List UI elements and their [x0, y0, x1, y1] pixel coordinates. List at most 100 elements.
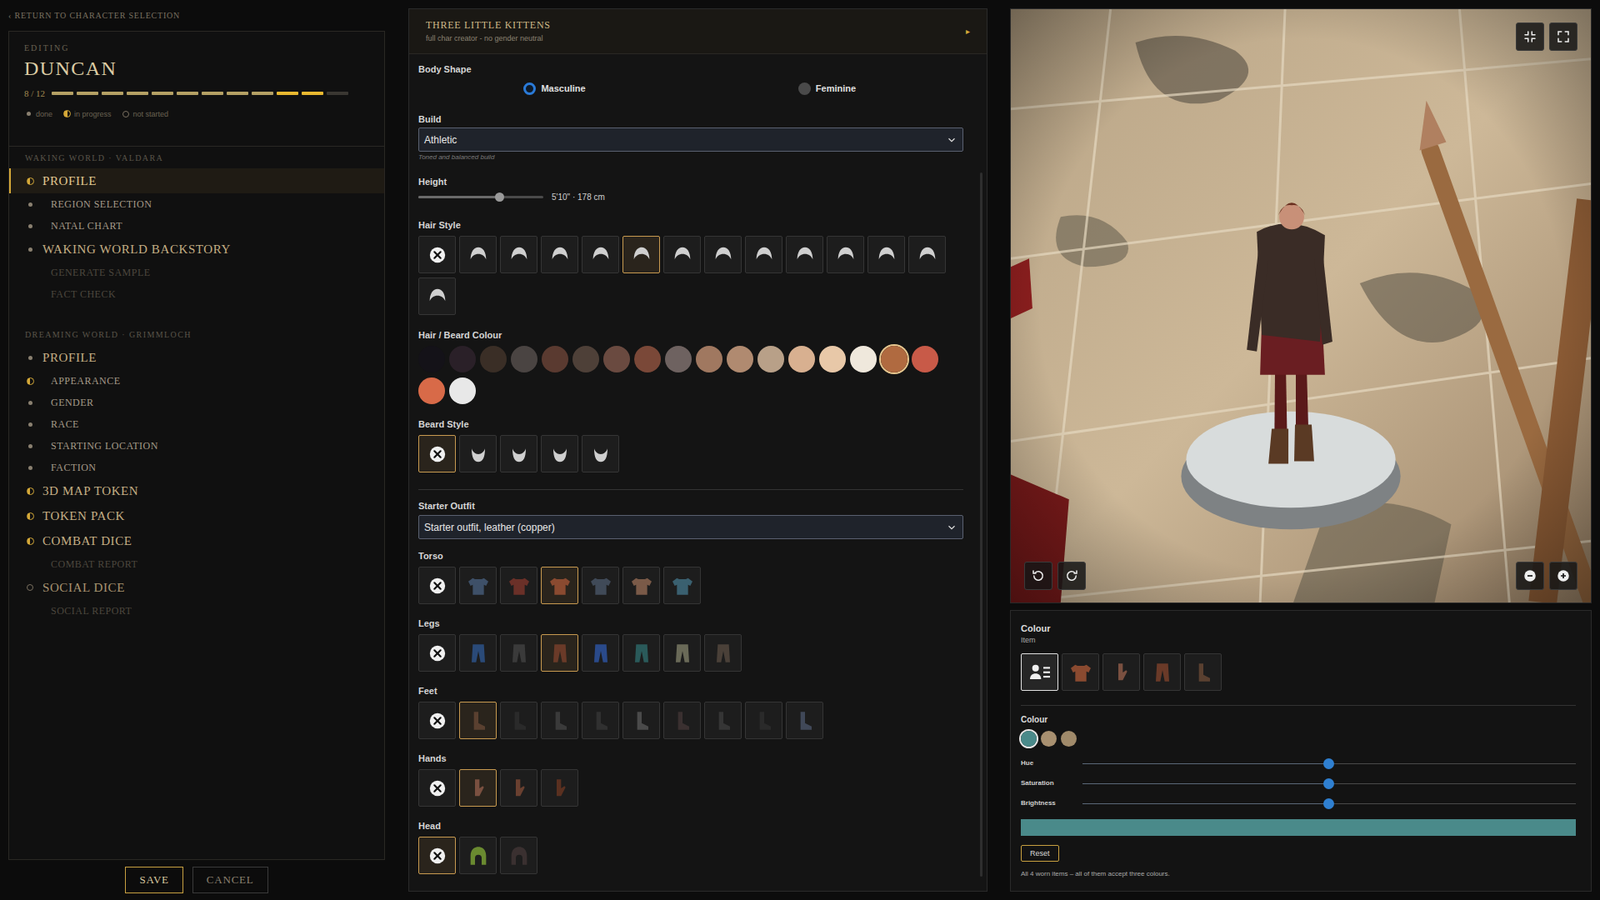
radio-option[interactable]: Masculine: [523, 80, 585, 97]
colour-swatch[interactable]: [911, 345, 939, 373]
reset-button[interactable]: Reset: [1020, 845, 1060, 862]
option-tile[interactable]: [663, 566, 701, 605]
option-tile[interactable]: [418, 435, 456, 473]
colour-swatch[interactable]: [757, 345, 785, 373]
option-tile[interactable]: [622, 566, 660, 605]
colour-swatch[interactable]: [850, 345, 877, 373]
colour-slider[interactable]: [1082, 803, 1576, 805]
dropdown[interactable]: Athletic: [418, 127, 964, 152]
option-tile[interactable]: [581, 435, 620, 473]
option-tile[interactable]: [663, 634, 701, 672]
radio-button[interactable]: [798, 82, 811, 95]
option-tile[interactable]: [704, 235, 742, 274]
colour-swatch[interactable]: [634, 345, 661, 373]
colour-swatch[interactable]: [819, 345, 846, 373]
nav-item[interactable]: FACT CHECK: [9, 283, 385, 305]
option-tile[interactable]: [500, 634, 538, 672]
option-tile[interactable]: [500, 701, 538, 740]
nav-item[interactable]: GENERATE SAMPLE: [9, 261, 385, 284]
rotate-left-button[interactable]: [1024, 561, 1053, 590]
nav-item[interactable]: COMBAT DICE: [9, 528, 385, 554]
colour-swatch[interactable]: [449, 377, 476, 405]
nav-item[interactable]: STARTING LOCATION: [9, 435, 385, 457]
collapse-toggle[interactable]: ▸: [965, 25, 970, 38]
nav-item[interactable]: REGION SELECTION: [9, 193, 385, 215]
option-tile[interactable]: [418, 701, 456, 740]
nav-item[interactable]: SOCIAL DICE: [9, 575, 385, 600]
option-tile[interactable]: [785, 235, 824, 274]
colour-swatch[interactable]: [880, 345, 908, 373]
option-tile[interactable]: [459, 435, 497, 473]
option-tile[interactable]: [581, 566, 620, 605]
option-tile[interactable]: [500, 235, 538, 274]
dropdown[interactable]: Starter outfit, leather (copper): [418, 515, 964, 540]
colour-swatch[interactable]: [788, 345, 815, 373]
colour-swatch[interactable]: [603, 345, 630, 373]
option-tile[interactable]: [540, 566, 579, 605]
nav-item[interactable]: APPEARANCE: [9, 370, 385, 392]
option-tile[interactable]: [459, 634, 497, 672]
option-tile[interactable]: [745, 235, 783, 274]
option-tile[interactable]: [1143, 653, 1181, 691]
colour-swatch[interactable]: [418, 377, 445, 405]
nav-item[interactable]: FACTION: [9, 456, 385, 479]
option-tile[interactable]: [418, 235, 456, 274]
option-tile[interactable]: [581, 701, 620, 740]
back-link[interactable]: ‹ RETURN TO CHARACTER SELECTION: [8, 0, 385, 31]
colour-swatch[interactable]: [541, 345, 569, 373]
nav-item[interactable]: RACE: [9, 413, 385, 435]
nav-item[interactable]: WAKING WORLD BACKSTORY: [9, 236, 385, 262]
option-tile[interactable]: [418, 634, 456, 672]
option-tile[interactable]: [826, 235, 865, 274]
colour-swatch[interactable]: [695, 345, 723, 373]
nav-item[interactable]: SOCIAL REPORT: [9, 600, 385, 622]
option-tile[interactable]: [622, 235, 660, 274]
colour-slider-thumb[interactable]: [1323, 758, 1335, 770]
height-slider[interactable]: [418, 195, 544, 199]
character-preview-scene[interactable]: [1010, 9, 1591, 603]
colour-swatch[interactable]: [510, 345, 538, 373]
option-tile[interactable]: [459, 836, 497, 875]
option-tile[interactable]: [1061, 653, 1100, 691]
option-tile[interactable]: [418, 769, 456, 807]
radio-button[interactable]: [523, 82, 536, 95]
option-tile[interactable]: [581, 634, 620, 672]
option-tile[interactable]: [867, 235, 905, 274]
option-tile[interactable]: [704, 701, 742, 740]
option-tile[interactable]: [622, 701, 660, 740]
colour-swatch[interactable]: [1020, 730, 1037, 747]
option-tile[interactable]: [540, 701, 579, 740]
option-tile[interactable]: [500, 566, 538, 605]
cancel-button[interactable]: CANCEL: [192, 866, 269, 894]
colour-swatch[interactable]: [1040, 730, 1057, 747]
zoom-in-button[interactable]: [1549, 561, 1578, 590]
option-tile[interactable]: [1184, 653, 1222, 691]
radio-option[interactable]: Feminine: [798, 80, 856, 97]
nav-item[interactable]: PROFILE: [9, 168, 385, 194]
option-tile[interactable]: [540, 235, 579, 274]
expand-button[interactable]: [1549, 22, 1578, 51]
colour-swatch[interactable]: [572, 345, 600, 373]
colour-swatch[interactable]: [418, 345, 445, 373]
option-tile[interactable]: [908, 235, 946, 274]
colour-slider[interactable]: [1082, 763, 1576, 765]
option-tile[interactable]: [459, 235, 497, 274]
option-tile[interactable]: [622, 634, 660, 672]
option-tile[interactable]: [418, 566, 456, 605]
option-tile[interactable]: [1102, 653, 1140, 691]
option-tile[interactable]: [500, 836, 538, 875]
zoom-out-button[interactable]: [1515, 561, 1545, 590]
nav-item[interactable]: NATAL CHART: [9, 215, 385, 237]
colour-swatch[interactable]: [480, 345, 507, 373]
option-tile[interactable]: [785, 701, 824, 740]
nav-item[interactable]: COMBAT REPORT: [9, 553, 385, 575]
scrollbar[interactable]: [980, 172, 983, 877]
colour-swatch[interactable]: [1060, 730, 1077, 747]
creator-header[interactable]: THREE LITTLE KITTENSfull char creator - …: [409, 9, 987, 55]
rotate-right-button[interactable]: [1057, 561, 1086, 590]
viewport[interactable]: [1010, 8, 1592, 604]
option-tile[interactable]: [540, 634, 579, 672]
colour-slider-thumb[interactable]: [1323, 798, 1335, 810]
nav-item[interactable]: TOKEN PACK: [9, 503, 385, 529]
option-tile[interactable]: [459, 701, 497, 740]
